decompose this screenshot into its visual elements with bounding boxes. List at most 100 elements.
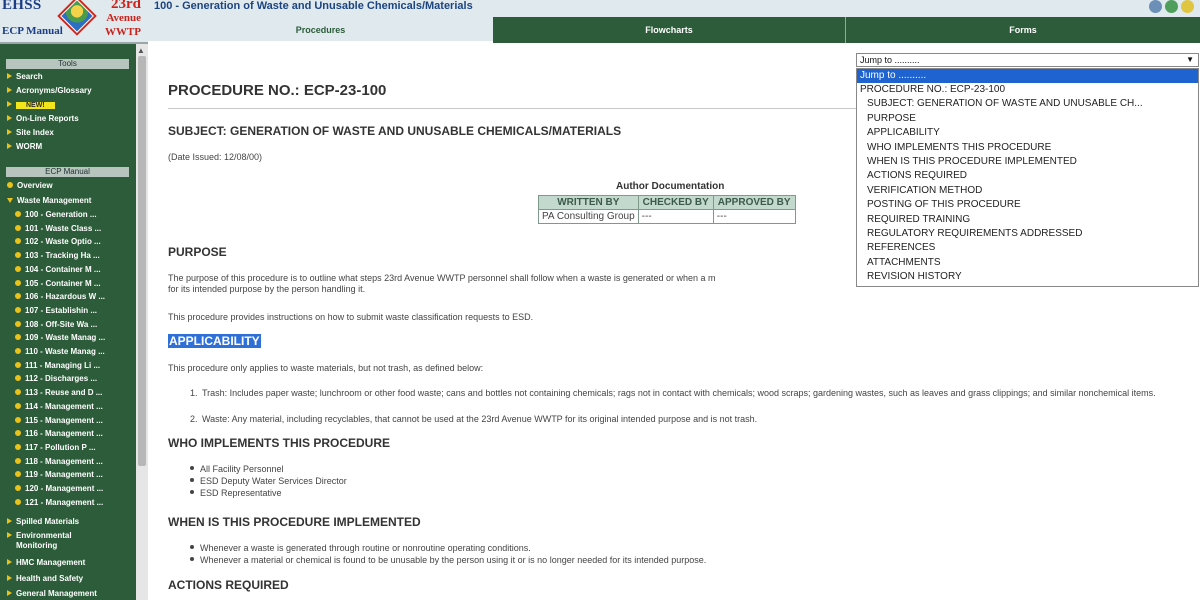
nav-waste-item[interactable]: 105 - Container M ... (15, 278, 143, 290)
triangle-icon (7, 87, 12, 93)
nav-label: WORM (16, 142, 43, 151)
nav-label: Overview (17, 181, 53, 190)
tab-flowcharts[interactable]: Flowcharts (493, 17, 845, 43)
nav-label: 119 - Management ... (25, 470, 103, 480)
nav-waste-item[interactable]: 102 - Waste Optio ... (15, 236, 143, 248)
bullet-icon (15, 430, 21, 437)
nav-waste-item[interactable]: 121 - Management ... (15, 497, 143, 509)
globe-icon[interactable] (1165, 0, 1178, 13)
nav-waste-item[interactable]: 104 - Container M ... (15, 264, 143, 276)
nav-waste-item[interactable]: 101 - Waste Class ... (15, 223, 143, 235)
nav-waste-item[interactable]: 112 - Discharges ... (15, 373, 143, 385)
jump-option[interactable]: REQUIRED TRAINING (857, 213, 1198, 227)
jump-option[interactable]: APPLICABILITY (857, 126, 1198, 140)
page-title: 100 - Generation of Waste and Unusable C… (154, 0, 473, 12)
nav-waste-item[interactable]: 111 - Managing Li ... (15, 360, 143, 372)
nav-search[interactable]: Search (7, 71, 135, 83)
nav-label: 114 - Management ... (25, 401, 103, 411)
nav-label: Site Index (16, 128, 54, 137)
jump-option[interactable]: SUBJECT: GENERATION OF WASTE AND UNUSABL… (857, 97, 1198, 111)
jump-option[interactable]: WHEN IS THIS PROCEDURE IMPLEMENTED (857, 155, 1198, 169)
logo-ehss-text: EHSS (2, 0, 42, 13)
bullet-icon (15, 279, 21, 286)
nav-waste-item[interactable]: 110 - Waste Manag ... (15, 346, 143, 358)
who-implements-list: All Facility Personnel ESD Deputy Water … (190, 463, 347, 499)
nav-waste-item[interactable]: 113 - Reuse and D ... (15, 387, 143, 399)
nav-label: 112 - Discharges ... (25, 374, 98, 384)
nav-environmental-monitoring[interactable]: Environmental Monitoring (7, 531, 135, 553)
purpose-paragraph: The purpose of this procedure is to outl… (168, 273, 868, 295)
nav-spilled-materials[interactable]: Spilled Materials (7, 516, 135, 528)
chevron-down-icon[interactable]: ▼ (1186, 54, 1194, 66)
back-icon[interactable] (1149, 0, 1162, 13)
nav-site-index[interactable]: Site Index (7, 127, 135, 139)
list-item-text: ESD Representative (200, 488, 282, 498)
nav-waste-item[interactable]: 108 - Off-Site Wa ... (15, 319, 143, 331)
ecp-manual-header: ECP Manual (6, 167, 129, 177)
nav-label: On-Line Reports (16, 114, 79, 123)
nav-new[interactable]: NEW! (7, 99, 135, 111)
jump-option[interactable]: REGULATORY REQUIREMENTS ADDRESSED (857, 227, 1198, 241)
tab-procedures[interactable]: Procedures (148, 17, 493, 43)
nav-waste-item[interactable]: 103 - Tracking Ha ... (15, 250, 143, 262)
logo-wwtp-text: WWTP (104, 26, 141, 38)
nav-hmc-management[interactable]: HMC Management (7, 557, 135, 569)
jump-to-value: Jump to .......... (860, 55, 920, 65)
nav-label: 104 - Container M ... (25, 264, 101, 274)
nav-label: 101 - Waste Class ... (25, 223, 102, 233)
jump-option[interactable]: Jump to .......... (857, 69, 1198, 83)
jump-option[interactable]: REFERENCES (857, 241, 1198, 255)
triangle-icon (7, 559, 12, 565)
nav-health-and-safety[interactable]: Health and Safety (7, 573, 135, 585)
nav-waste-item[interactable]: 118 - Management ... (15, 456, 143, 468)
nav-waste-item[interactable]: 117 - Pollution P ... (15, 442, 143, 454)
title-icons (1149, 0, 1194, 13)
nav-label: 108 - Off-Site Wa ... (25, 319, 98, 329)
bullet-icon (190, 545, 194, 549)
header-checked-by: CHECKED BY (637, 195, 714, 210)
nav-worm[interactable]: WORM (7, 141, 135, 153)
bullet-icon (15, 211, 21, 217)
nav-general-management[interactable]: General Management (7, 588, 135, 600)
jump-option[interactable]: REVISION HISTORY (857, 270, 1198, 284)
list-item-text: Whenever a material or chemical is found… (200, 555, 707, 565)
list-item: ESD Representative (190, 487, 347, 499)
tab-forms[interactable]: Forms (845, 17, 1200, 43)
nav-waste-item[interactable]: 120 - Management ... (15, 483, 143, 495)
triangle-icon (7, 532, 12, 538)
nav-waste-item[interactable]: 116 - Management ... (15, 428, 143, 440)
jump-option[interactable]: PROCEDURE NO.: ECP-23-100 (857, 83, 1198, 97)
nav-waste-item[interactable]: 119 - Management ... (15, 469, 143, 481)
nav-waste-item[interactable]: 107 - Establishin ... (15, 305, 143, 317)
list-item-text: All Facility Personnel (200, 464, 284, 474)
nav-overview[interactable]: Overview (7, 180, 135, 192)
jump-option[interactable]: ACTIONS REQUIRED (857, 169, 1198, 183)
jump-option[interactable]: WHO IMPLEMENTS THIS PROCEDURE (857, 141, 1198, 155)
nav-waste-item[interactable]: 106 - Hazardous W ... (15, 291, 143, 303)
logo-ecp-manual-text: ECP Manual (2, 25, 63, 37)
jump-to-select[interactable]: Jump to .......... ▼ (856, 53, 1199, 67)
jump-option[interactable]: PURPOSE (857, 112, 1198, 126)
jump-option[interactable]: VERIFICATION METHOD (857, 184, 1198, 198)
bullet-icon (15, 402, 21, 409)
left-nav: EHSS ECP Manual 23rd Avenue WWTP Tools S… (0, 0, 148, 600)
nav-waste-item[interactable]: 115 - Management ... (15, 415, 143, 427)
jump-option[interactable]: ATTACHMENTS (857, 256, 1198, 270)
nav-label: Spilled Materials (16, 517, 80, 526)
nav-waste-item[interactable]: 109 - Waste Manag ... (15, 332, 143, 344)
help-icon[interactable] (1181, 0, 1194, 13)
ehss-logo[interactable]: EHSS ECP Manual 23rd Avenue WWTP (0, 0, 148, 44)
nav-acronyms-glossary[interactable]: Acronyms/Glossary (7, 85, 135, 97)
author-documentation-table: WRITTEN BY CHECKED BY APPROVED BY PA Con… (538, 195, 796, 224)
jump-option[interactable]: POSTING OF THIS PROCEDURE (857, 198, 1198, 212)
nav-label: 116 - Management ... (25, 429, 103, 439)
bullet-icon (15, 375, 21, 382)
nav-waste-item[interactable]: 114 - Management ... (15, 401, 143, 413)
scroll-up-arrow-icon[interactable]: ▲ (137, 46, 145, 55)
bullet-icon (15, 457, 21, 464)
nav-online-reports[interactable]: On-Line Reports (7, 113, 135, 125)
bullet-icon (15, 320, 21, 327)
nav-waste-item[interactable]: 100 - Generation ... (15, 209, 143, 221)
nav-label: 103 - Tracking Ha ... (25, 251, 100, 261)
nav-waste-management[interactable]: Waste Management (7, 195, 135, 207)
